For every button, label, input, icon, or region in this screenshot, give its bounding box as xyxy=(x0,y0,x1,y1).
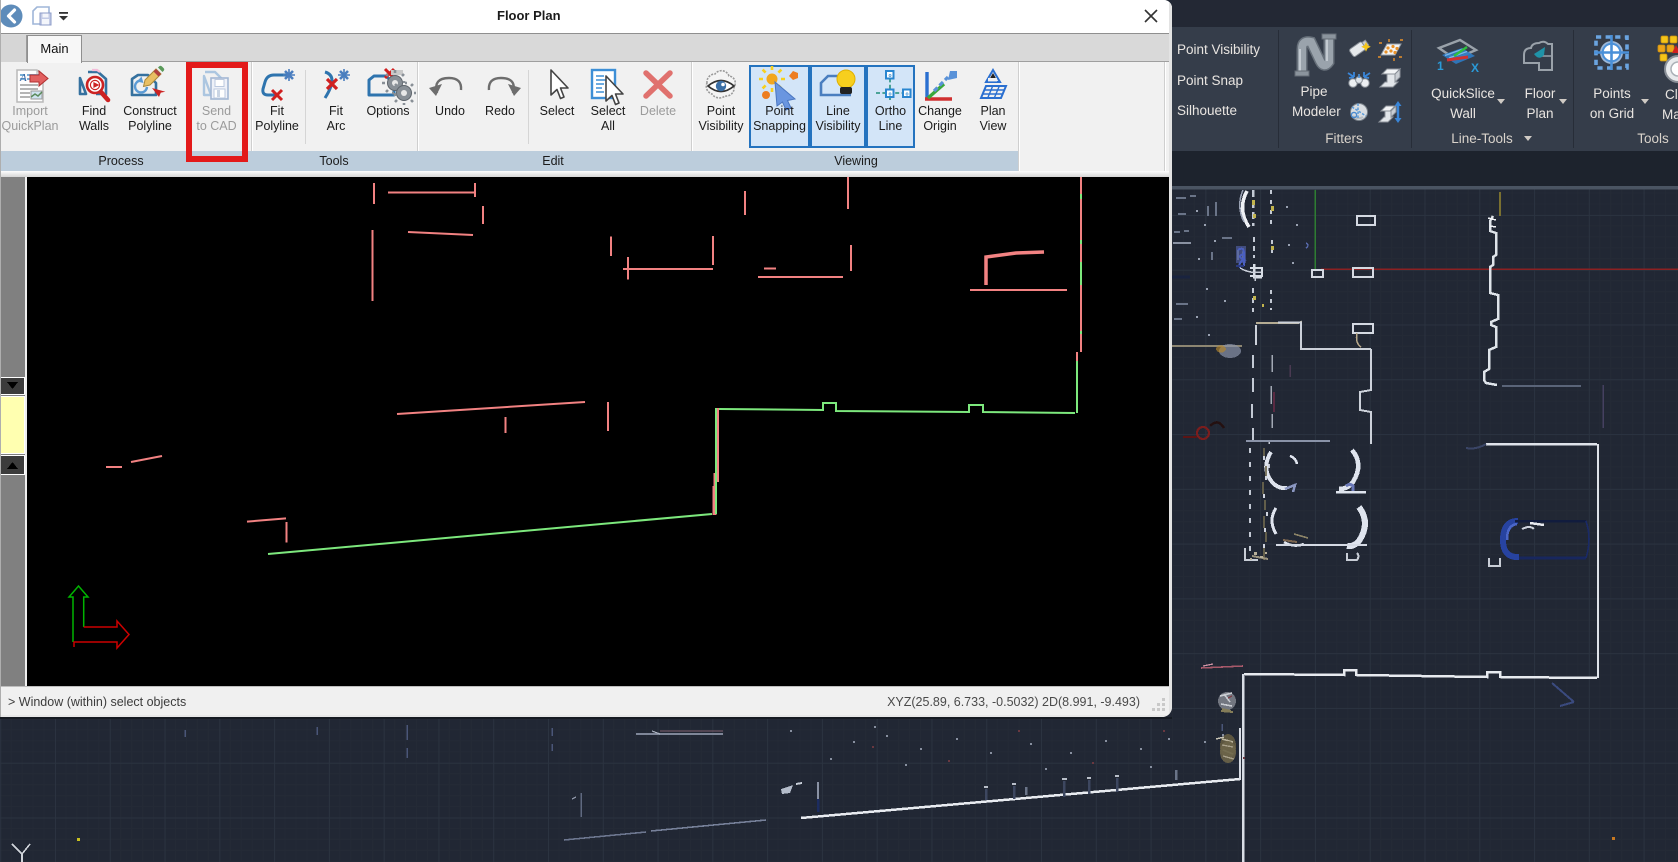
svg-text:X: X xyxy=(1471,61,1479,75)
svg-text:1: 1 xyxy=(1437,59,1444,73)
